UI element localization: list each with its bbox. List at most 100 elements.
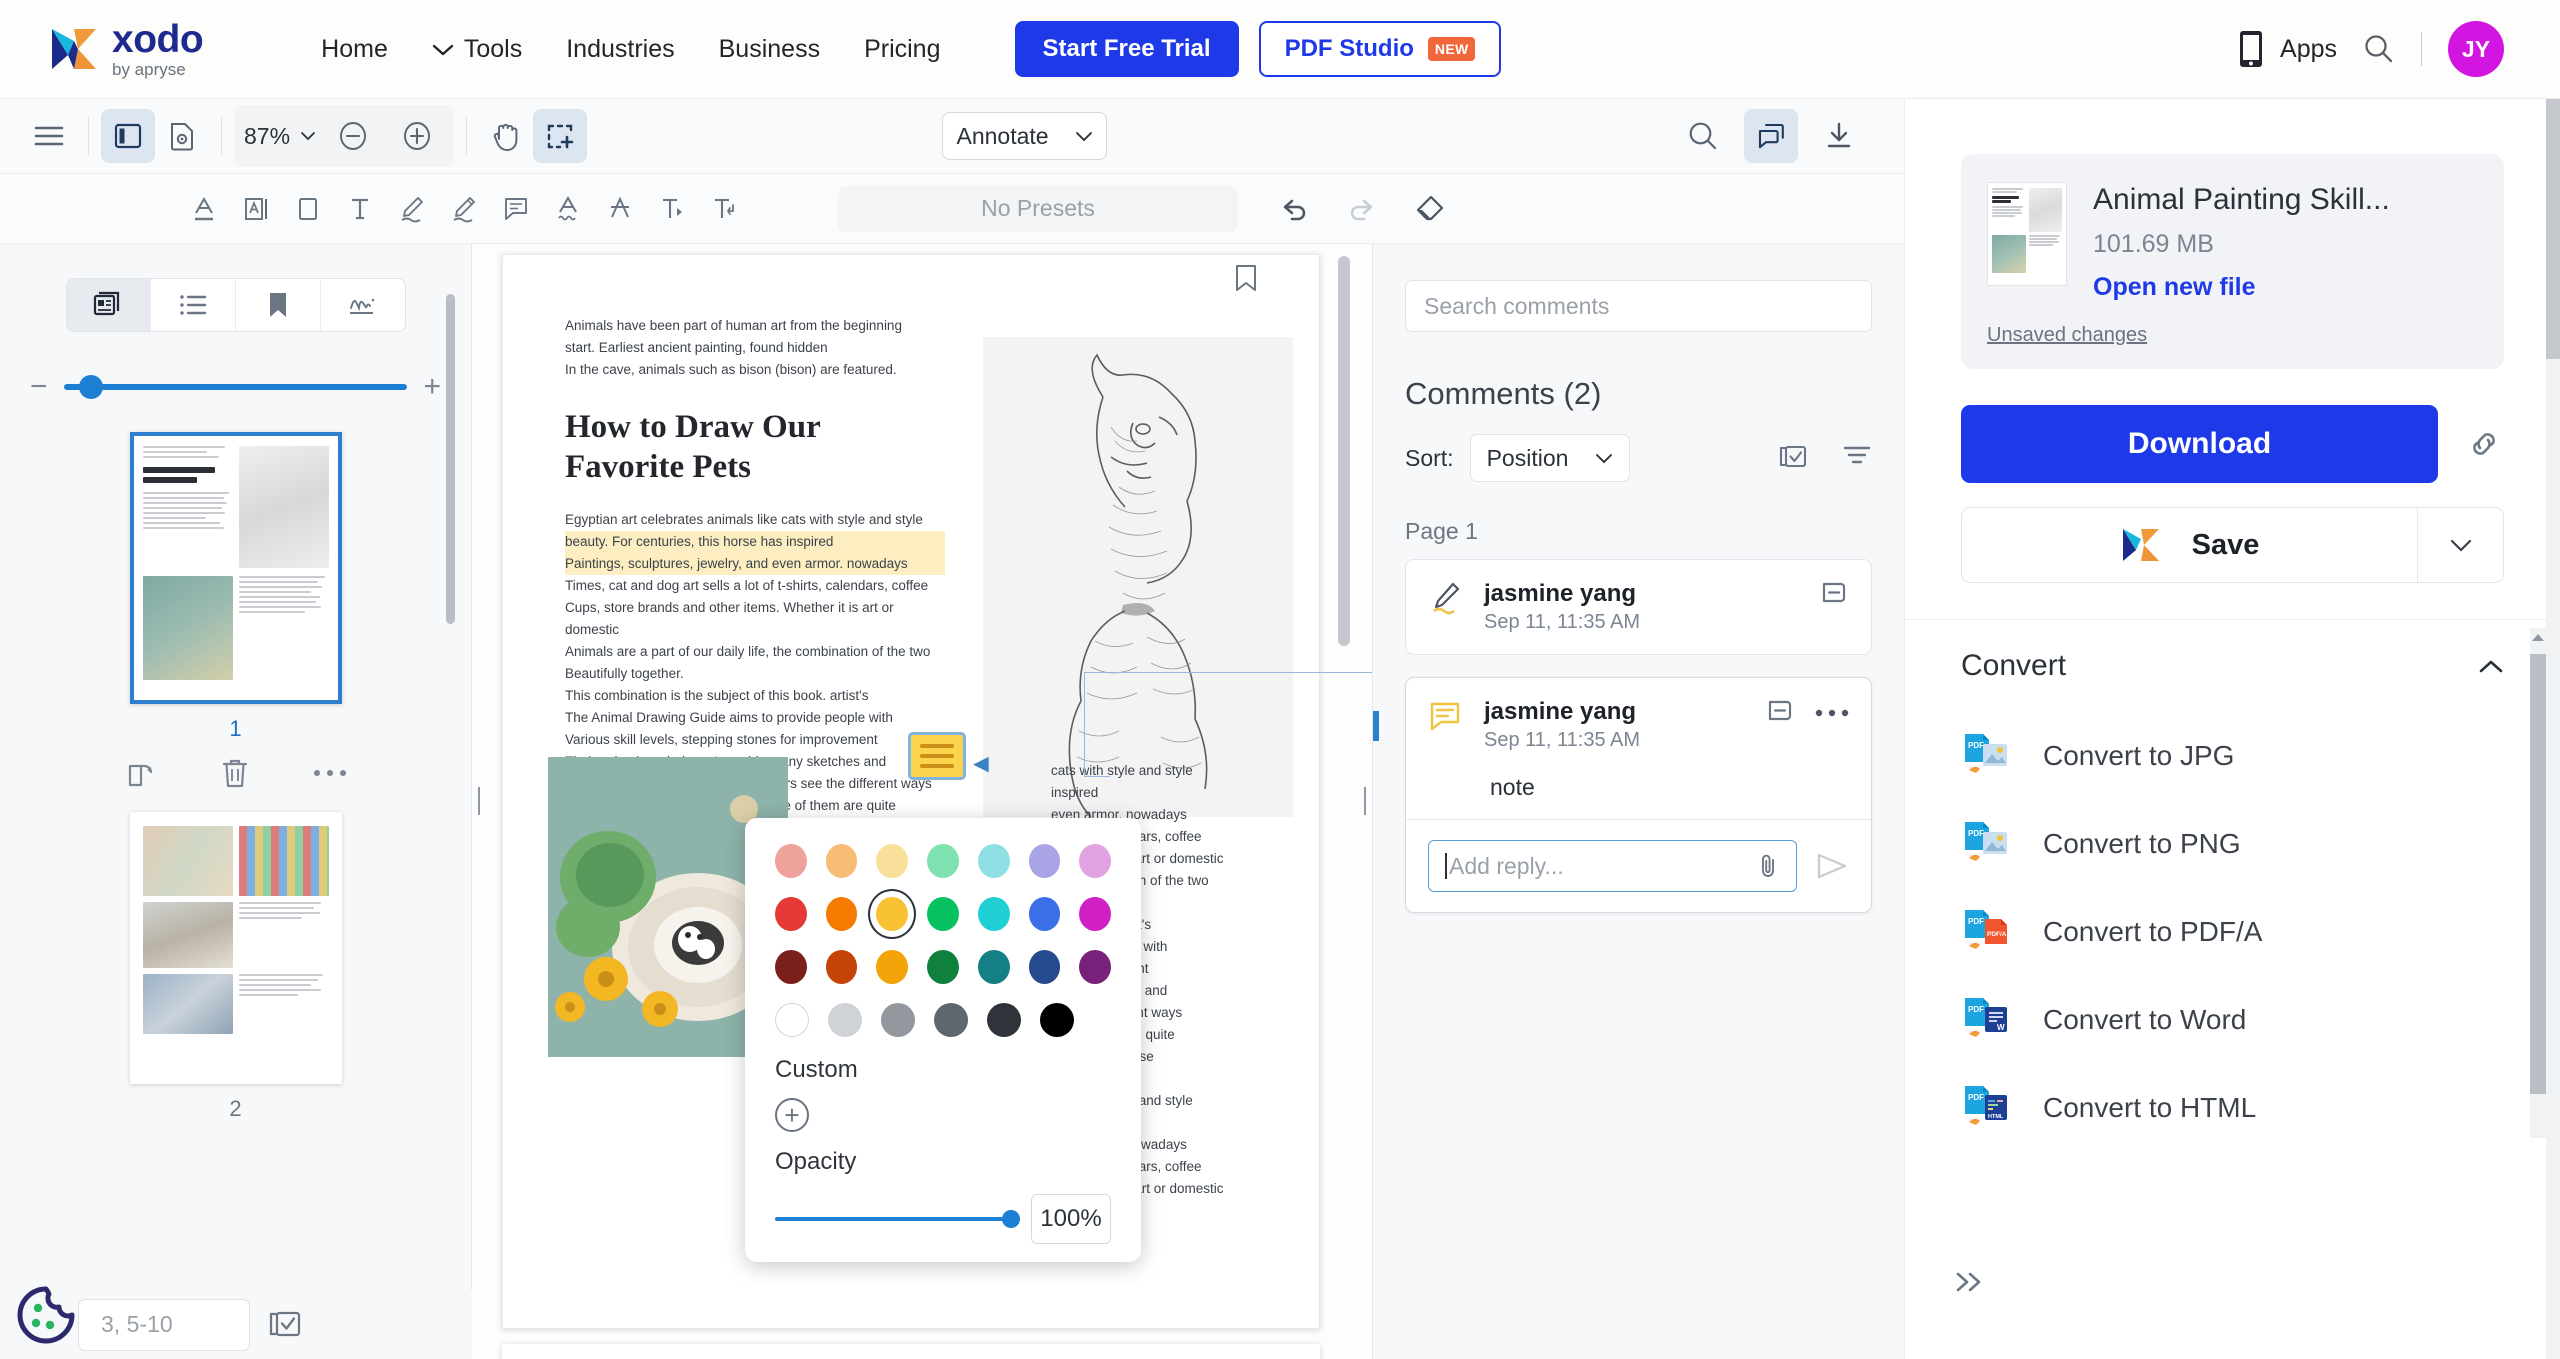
apps-button[interactable]: Apps	[2238, 29, 2337, 69]
select-all-pages-icon[interactable]	[268, 1308, 302, 1342]
convert-section-header[interactable]: Convert	[1961, 620, 2504, 712]
sticky-note-annotation[interactable]	[908, 732, 966, 780]
bookmark-outline-icon[interactable]	[1233, 263, 1259, 293]
color-swatch-4-5[interactable]	[987, 1003, 1021, 1037]
comment-card-1[interactable]: jasmine yang Sep 11, 11:35 AM	[1405, 559, 1872, 655]
collapse-icon[interactable]	[1765, 698, 1795, 728]
text-replace-icon[interactable]	[698, 183, 750, 235]
search-icon[interactable]	[1676, 109, 1730, 163]
color-swatch-2-1[interactable]	[775, 897, 807, 931]
save-button[interactable]: Save	[1961, 507, 2504, 583]
zoom-level-dropdown[interactable]: 87%	[244, 123, 316, 150]
opacity-slider-track[interactable]	[775, 1210, 1020, 1228]
convert-to-pdfa-item[interactable]: PDF PDF/A Convert to PDF/A	[1961, 888, 2504, 976]
sort-select[interactable]: Position	[1469, 434, 1630, 482]
search-comments-input[interactable]: Search comments	[1405, 280, 1872, 332]
color-swatch-3-5[interactable]	[977, 950, 1010, 984]
color-swatch-4-4[interactable]	[934, 1003, 968, 1037]
opacity-value-input[interactable]: 100%	[1031, 1194, 1111, 1244]
multi-select-icon[interactable]	[1778, 443, 1808, 473]
page-range-input[interactable]: 3, 5-10	[78, 1298, 250, 1351]
convert-to-png-item[interactable]: PDF Convert to PNG	[1961, 800, 2504, 888]
nav-link-industries[interactable]: Industries	[548, 27, 692, 72]
color-swatch-3-7[interactable]	[1079, 950, 1112, 984]
page-settings-icon[interactable]	[155, 109, 209, 163]
comment-card-2[interactable]: jasmine yang Sep 11, 11:35 AM note Add r…	[1405, 677, 1872, 913]
avatar[interactable]: JY	[2448, 21, 2504, 77]
color-swatch-4-2[interactable]	[828, 1003, 862, 1037]
expand-panel-button[interactable]	[1905, 1269, 2560, 1295]
strikeout-icon[interactable]	[594, 183, 646, 235]
color-swatch-3-4[interactable]	[927, 950, 959, 984]
nav-link-home[interactable]: Home	[303, 27, 406, 72]
nav-link-business[interactable]: Business	[701, 27, 838, 72]
cookie-consent-icon[interactable]	[16, 1285, 76, 1345]
color-swatch-1-2[interactable]	[825, 844, 858, 878]
color-swatch-2-6[interactable]	[1028, 897, 1061, 931]
send-icon[interactable]	[1815, 851, 1849, 881]
text-insert-icon[interactable]	[646, 183, 698, 235]
redo-icon[interactable]	[1336, 183, 1388, 235]
nav-link-pricing[interactable]: Pricing	[846, 27, 958, 72]
color-swatch-3-3[interactable]	[876, 950, 909, 984]
color-swatch-4-6[interactable]	[1040, 1003, 1074, 1037]
color-swatch-1-6[interactable]	[1028, 844, 1061, 878]
save-button-main[interactable]: Save	[1962, 526, 2417, 564]
thumbnail-page-1[interactable]: 1	[0, 432, 471, 790]
tab-thumbnails[interactable]	[66, 279, 152, 331]
thumbnail-page-2[interactable]: 2	[0, 812, 471, 1122]
highlighter-pen-icon[interactable]	[386, 183, 438, 235]
open-new-file-link[interactable]: Open new file	[2093, 273, 2390, 302]
filter-icon[interactable]	[1842, 443, 1872, 473]
color-swatch-1-5[interactable]	[977, 844, 1010, 878]
presets-dropdown[interactable]: No Presets	[838, 185, 1238, 232]
color-swatch-2-4[interactable]	[927, 897, 959, 931]
tab-outline[interactable]	[151, 279, 236, 331]
convert-list-scrollbar[interactable]	[2530, 628, 2546, 1138]
scrollbar-thumb[interactable]	[2530, 654, 2546, 1094]
thumbnail-size-slider[interactable]: − +	[30, 372, 441, 402]
undo-icon[interactable]	[1268, 183, 1320, 235]
comments-panel-icon[interactable]	[1744, 109, 1798, 163]
download-icon[interactable]	[1812, 109, 1866, 163]
color-swatch-4-1[interactable]	[775, 1003, 809, 1037]
thumbnail-size-track[interactable]	[63, 375, 408, 399]
sticky-note-icon[interactable]	[490, 183, 542, 235]
eraser-icon[interactable]	[1404, 183, 1456, 235]
app-scrollbar-thumb[interactable]	[2546, 99, 2560, 359]
annotation-mode-select[interactable]: Annotate	[942, 112, 1108, 160]
scroll-up-arrow-icon[interactable]	[2532, 634, 2544, 641]
color-swatch-3-6[interactable]	[1028, 950, 1061, 984]
color-swatch-2-5[interactable]	[977, 897, 1010, 931]
squiggly-underline-icon[interactable]	[542, 183, 594, 235]
convert-to-jpg-item[interactable]: PDF Convert to JPG	[1961, 712, 2504, 800]
pdf-studio-button[interactable]: PDF Studio NEW	[1258, 21, 1502, 77]
collapse-icon[interactable]	[1819, 580, 1849, 610]
delete-page-icon[interactable]	[220, 756, 250, 790]
color-swatch-1-7[interactable]	[1079, 844, 1112, 878]
select-area-icon[interactable]	[533, 109, 588, 163]
attachment-icon[interactable]	[1756, 852, 1780, 880]
rotate-page-icon[interactable]	[124, 756, 158, 790]
color-swatch-1-4[interactable]	[927, 844, 959, 878]
convert-to-html-item[interactable]: PDF HTML Convert to HTML	[1961, 1064, 2504, 1152]
text-box-icon[interactable]	[334, 183, 386, 235]
color-swatch-1-3[interactable]	[876, 844, 909, 878]
share-link-icon[interactable]	[2464, 424, 2504, 464]
rectangle-icon[interactable]	[282, 183, 334, 235]
color-swatch-2-2[interactable]	[825, 897, 858, 931]
color-swatch-3-2[interactable]	[825, 950, 858, 984]
search-icon[interactable]	[2363, 33, 2395, 65]
more-options-icon[interactable]	[312, 767, 348, 779]
color-swatch-2-3-selected[interactable]	[868, 889, 917, 939]
convert-to-word-item[interactable]: PDF W Convert to Word	[1961, 976, 2504, 1064]
thumbnail-image-1[interactable]	[129, 432, 342, 704]
thumbnail-size-knob[interactable]	[79, 375, 104, 399]
zoom-out-icon[interactable]	[326, 109, 380, 163]
unsaved-changes-link[interactable]: Unsaved changes	[1987, 324, 2478, 347]
thumbnail-image-2[interactable]	[129, 812, 342, 1084]
reply-input[interactable]: Add reply...	[1428, 840, 1797, 892]
document-page-2-top[interactable]	[502, 1344, 1320, 1359]
zoom-in-icon[interactable]	[390, 109, 444, 163]
color-swatch-4-3[interactable]	[881, 1003, 915, 1037]
